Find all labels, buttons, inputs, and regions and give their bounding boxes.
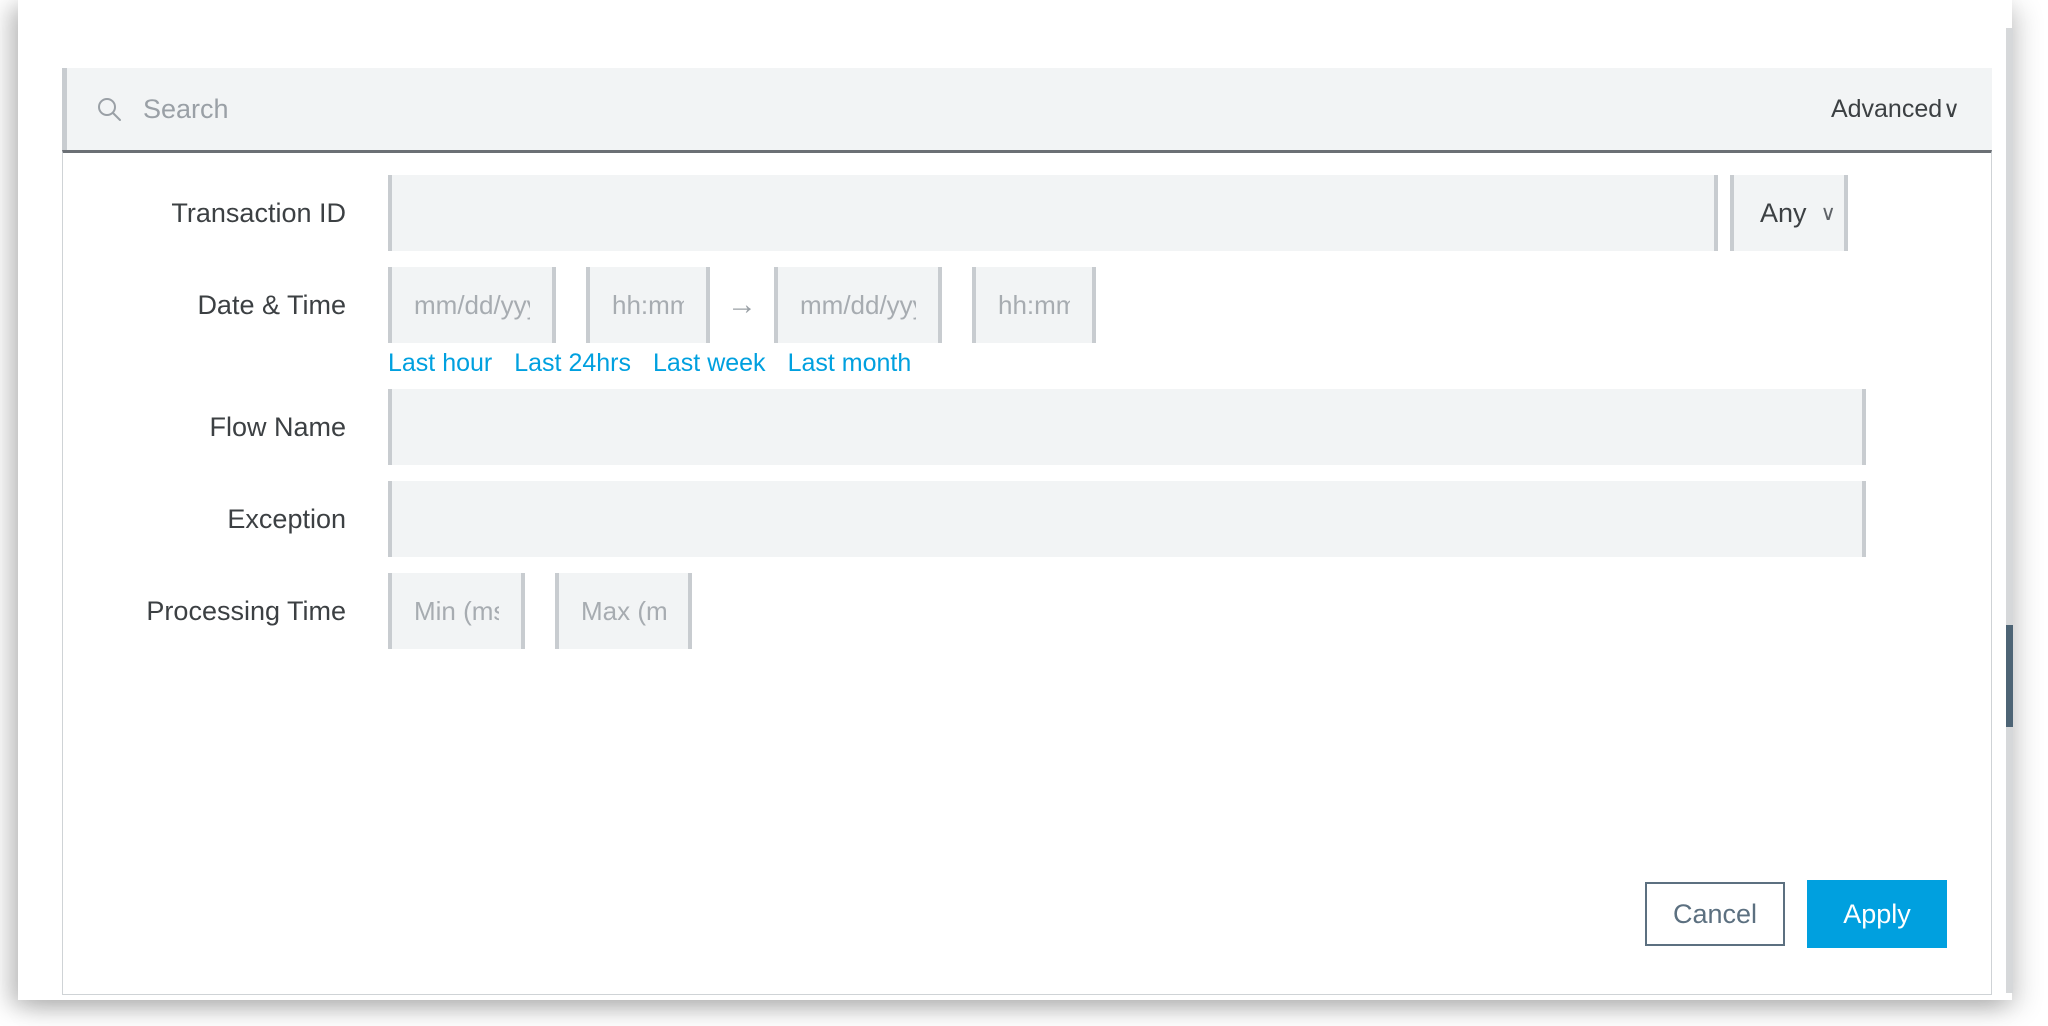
quick-range-last-week[interactable]: Last week [653,349,766,378]
label-flow-name: Flow Name [63,389,388,465]
cancel-button[interactable]: Cancel [1645,882,1785,946]
processing-time-max-input[interactable] [555,573,692,649]
search-bar: Advanced ∨ [62,68,1992,150]
label-date-time: Date & Time [63,267,388,343]
exception-input[interactable] [388,481,1866,557]
row-transaction-id: Transaction ID Any ∨ [63,175,1991,251]
app-window: Advanced ∨ Transaction ID Any ∨ Date & T… [18,0,2012,1000]
row-flow-name: Flow Name [63,389,1991,465]
row-exception: Exception [63,481,1991,557]
label-exception: Exception [63,481,388,557]
advanced-toggle-label: Advanced [1831,95,1942,124]
date-to-input[interactable] [774,267,942,343]
advanced-search-panel: Transaction ID Any ∨ Date & Time → [62,150,1992,995]
advanced-toggle-button[interactable]: Advanced ∨ [1831,95,1960,124]
range-arrow-icon: → [710,267,774,343]
transaction-id-match-select[interactable]: Any ∨ [1730,175,1848,251]
quick-range-last-month[interactable]: Last month [788,349,912,378]
row-processing-time: Processing Time [63,573,1991,649]
quick-range-links: Last hour Last 24hrs Last week Last mont… [388,349,911,378]
time-from-input[interactable] [586,267,710,343]
chevron-down-icon: ∨ [1821,201,1836,226]
label-transaction-id: Transaction ID [63,175,388,251]
search-input[interactable] [141,88,1831,130]
label-processing-time: Processing Time [63,573,388,649]
panel-actions: Cancel Apply [1645,880,1947,948]
chevron-down-icon: ∨ [1943,98,1960,121]
quick-range-last-hour[interactable]: Last hour [388,349,492,378]
time-to-input[interactable] [972,267,1096,343]
quick-range-last-24hrs[interactable]: Last 24hrs [514,349,631,378]
transaction-id-input[interactable] [388,175,1718,251]
flow-name-input[interactable] [388,389,1866,465]
date-from-input[interactable] [388,267,556,343]
processing-time-min-input[interactable] [388,573,525,649]
transaction-id-match-value: Any [1760,198,1807,229]
vertical-scrollbar-track[interactable] [2006,28,2013,993]
apply-button[interactable]: Apply [1807,880,1947,948]
row-date-time: Date & Time → Last hour Last 24hrs Last … [63,267,1991,343]
vertical-scrollbar-thumb[interactable] [2006,625,2013,727]
search-icon [96,96,122,122]
